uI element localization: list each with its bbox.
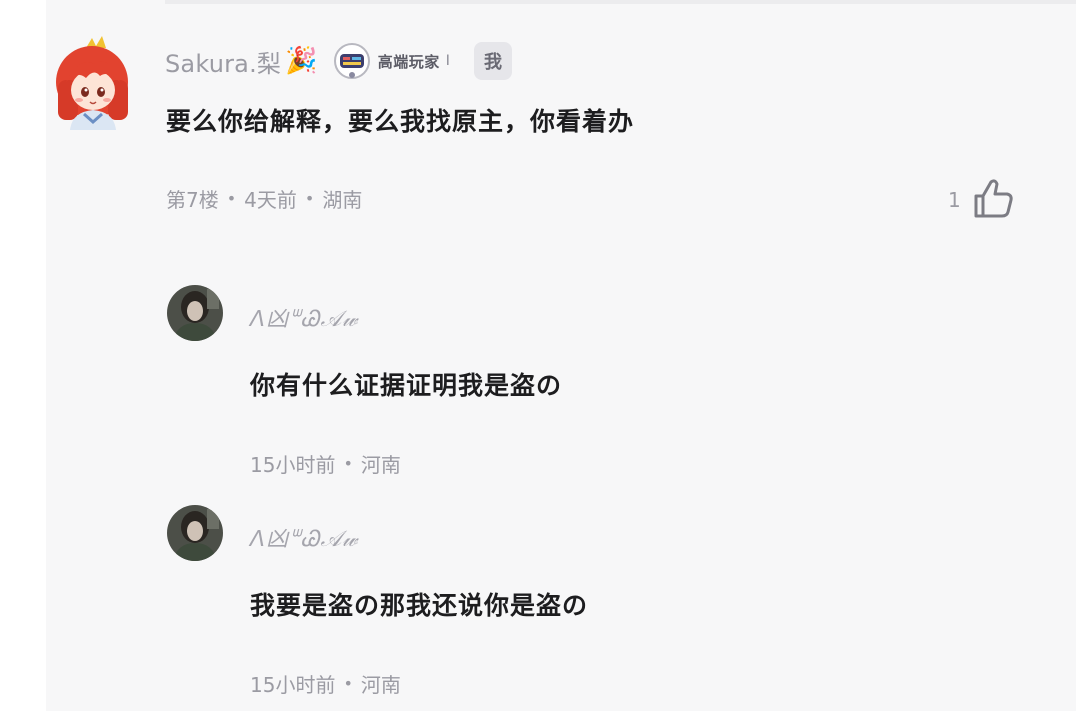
reply-text: 我要是盗の那我还说你是盗の <box>250 591 589 620</box>
comment-meta: 第7楼 • 4天前 • 湖南 <box>166 184 362 213</box>
badge-label: 高端玩家 <box>377 52 440 71</box>
party-popper-icon: 🎉 <box>285 46 318 76</box>
like-count: 1 <box>948 188 961 212</box>
reply-author-name[interactable]: ᐱ凶ᐜᏊ𝒜𝓌 <box>250 521 359 553</box>
comment-location: 湖南 <box>322 188 363 212</box>
floor-label: 第7楼 <box>166 188 219 212</box>
reply-author-name[interactable]: ᐱ凶ᐜᏊ𝒜𝓌 <box>250 301 359 333</box>
badge-separator: I <box>445 53 451 69</box>
reply-text: 你有什么证据证明我是盗の <box>250 371 563 400</box>
thumbs-up-icon[interactable] <box>971 176 1015 224</box>
avatar[interactable] <box>167 285 223 341</box>
comment-author-name[interactable]: Sakura.梨 <box>165 44 281 79</box>
like-control[interactable]: 1 <box>948 176 1015 224</box>
reply-time: 15小时前 <box>250 673 336 697</box>
me-tag: 我 <box>474 42 513 80</box>
reply-time: 15小时前 <box>250 453 336 477</box>
comment-time: 4天前 <box>244 188 297 212</box>
reply-location: 河南 <box>360 453 401 477</box>
game-badge-icon <box>332 41 372 81</box>
meta-dot: • <box>304 189 315 208</box>
reply-location: 河南 <box>360 673 401 697</box>
meta-dot: • <box>226 189 237 208</box>
comment-author-row: Sakura.梨 🎉 高端玩家 I 我 <box>165 41 513 81</box>
meta-dot: • <box>343 674 353 693</box>
reply-meta: 15小时前 • 河南 <box>250 669 401 698</box>
top-divider <box>165 0 1076 4</box>
avatar[interactable] <box>167 505 223 561</box>
reply-meta: 15小时前 • 河南 <box>250 449 401 478</box>
avatar[interactable] <box>50 34 136 130</box>
level-badge[interactable]: 高端玩家 I <box>332 41 450 81</box>
comment-text: 要么你给解释，要么我找原主，你看着办 <box>166 107 635 136</box>
meta-dot: • <box>343 454 353 473</box>
